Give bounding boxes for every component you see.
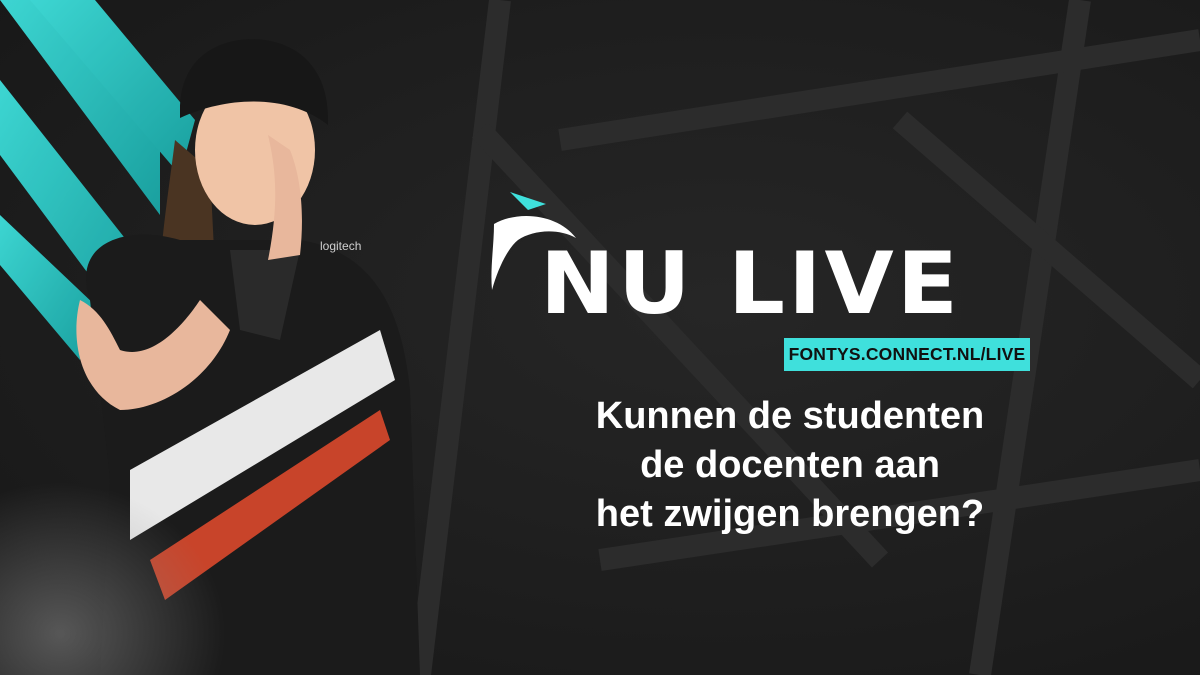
nu-live-title: NU LIVE [540,234,962,334]
promo-banner: logitech NU LIVE FONTYS.CONNECT.NL/LIVE … [0,0,1200,675]
jersey-sponsor-text: logitech [320,239,361,253]
headline-line-3: het zwijgen brengen? [595,493,985,535]
headline: Kunnen de studenten de docenten aan het … [520,392,1060,539]
gamer-shushing-photo: logitech [0,39,420,675]
headline-line-1: Kunnen de studenten [595,395,985,437]
headline-line-2: de docenten aan [640,444,940,486]
url-badge[interactable]: FONTYS.CONNECT.NL/LIVE [784,338,1030,371]
